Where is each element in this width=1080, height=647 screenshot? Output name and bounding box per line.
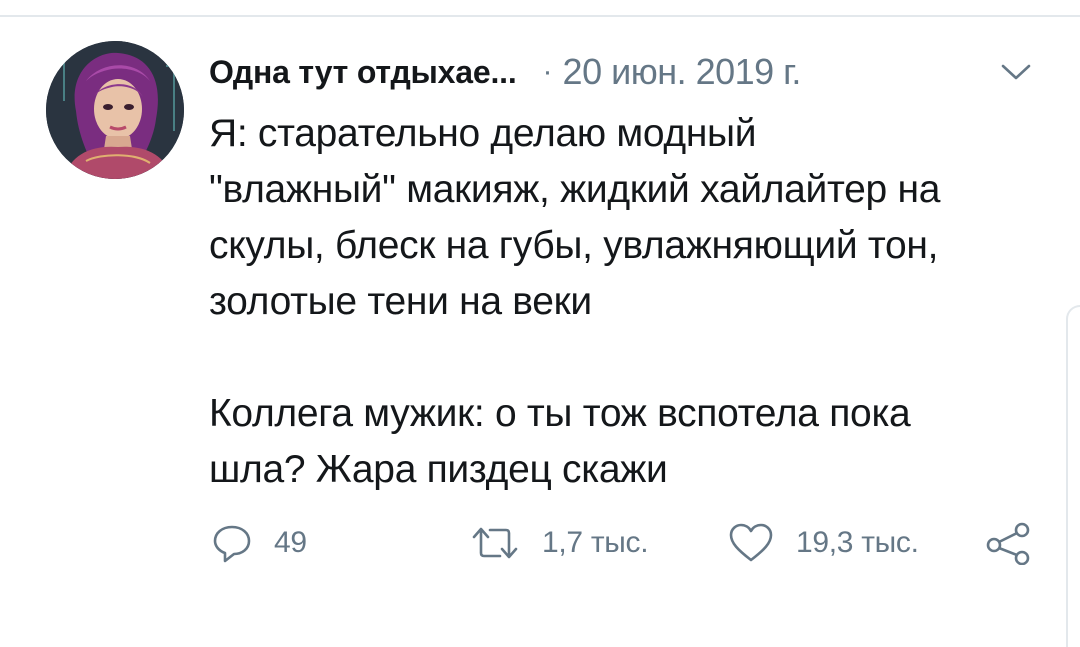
like-button[interactable]: 19,3 тыс. (728, 515, 919, 571)
tweet-text-line: "влажный" макияж, жидкий хайлайтер на (209, 168, 941, 211)
retweet-count: 1,7 тыс. (542, 526, 649, 559)
reply-count: 49 (274, 526, 307, 559)
avatar[interactable] (46, 41, 184, 179)
tweet-text: Я: старательно делаю модный "влажный" ма… (209, 106, 1059, 498)
share-button[interactable] (986, 515, 1032, 571)
retweet-button[interactable]: 1,7 тыс. (470, 515, 649, 571)
next-panel-edge (1066, 305, 1080, 647)
tweet-text-line: Я: старательно делаю модный (209, 112, 757, 155)
speech-bubble-icon (213, 525, 251, 563)
top-divider (0, 15, 1080, 17)
avatar-illustration (46, 41, 184, 179)
tweet-date[interactable]: 20 июн. 2019 г. (563, 51, 802, 93)
share-nodes-icon (986, 522, 1030, 565)
tweet-text-line: скулы, блеск на губы, увлажняющий тон, (209, 224, 939, 267)
tweet-text-line: Коллега мужик: о ты тож вспотела пока (209, 392, 911, 435)
tweet-actions: 49 1,7 тыс. 19,3 тыс. (0, 515, 1080, 571)
tweet-text-line: золотые тени на веки (209, 280, 592, 323)
tweet-header: Одна тут отдыхае... · 20 июн. 2019 г. (209, 50, 801, 94)
chevron-down-icon (1001, 64, 1031, 80)
like-count: 19,3 тыс. (796, 526, 919, 559)
author-name[interactable]: Одна тут отдыхае... (209, 54, 517, 91)
header-separator: · (542, 55, 553, 88)
tweet-menu-button[interactable] (1000, 62, 1032, 87)
reply-button[interactable]: 49 (212, 515, 307, 571)
heart-icon (729, 523, 773, 562)
retweet-arrows-icon (472, 527, 518, 559)
tweet-text-line: шла? Жара пиздец скажи (209, 448, 668, 491)
